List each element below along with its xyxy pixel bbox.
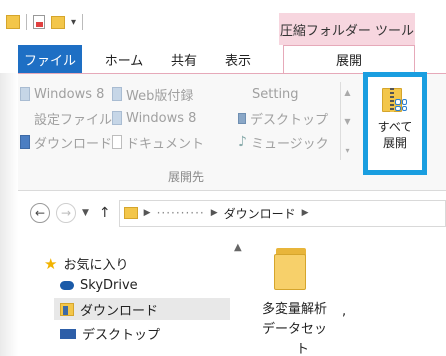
extract-to-item-label: ダウンロード (33, 136, 112, 152)
properties-icon[interactable] (33, 15, 45, 29)
extract-to-group: Windows 8 Web版付録 Setting 設定ファイル Windows … (18, 80, 358, 160)
folder-name[interactable]: 多変量解析 データセッ ト (262, 300, 352, 356)
forward-arrow-icon: → (60, 206, 72, 220)
scroll-down-icon[interactable]: ▼ (344, 117, 350, 126)
extract-to-item[interactable]: Setting (238, 82, 328, 106)
extract-all-label-line: すべて (377, 120, 413, 134)
tab-home[interactable]: ホーム (96, 45, 152, 73)
address-bar[interactable]: ▶ ·········· ▶ ダウンロード ▶ (118, 199, 446, 227)
documents-icon (112, 135, 122, 149)
tab-file[interactable]: ファイル (18, 45, 82, 73)
folder-icon[interactable] (6, 15, 20, 29)
extract-all-label-line: 展開 (382, 136, 407, 150)
back-button[interactable]: ← (30, 203, 50, 223)
trailing-mark: , (342, 304, 347, 319)
breadcrumb-hidden-segment[interactable]: ·········· (157, 206, 205, 220)
nav-item-label: SkyDrive (80, 278, 138, 293)
title-bar: ▾ 圧縮フォルダー ツール (0, 0, 446, 45)
cloud-icon (60, 281, 74, 290)
desktop-icon (238, 112, 246, 124)
extract-all-button[interactable]: すべて 展開 (363, 72, 427, 175)
nav-item-label: ダウンロード (80, 303, 159, 319)
breadcrumb-current[interactable]: ダウンロード (224, 205, 296, 222)
music-icon: ♪ (238, 134, 247, 150)
extract-to-item[interactable]: デスクトップ (238, 106, 328, 130)
extract-to-gallery: Windows 8 Web版付録 Setting 設定ファイル Windows … (20, 82, 329, 154)
extract-to-item-label: 設定ファイル (34, 112, 113, 128)
tab-view[interactable]: 表示 (216, 45, 260, 73)
back-arrow-icon: ← (34, 206, 46, 220)
breadcrumb-separator-icon[interactable]: ▶ (211, 208, 218, 218)
extract-to-item-label: デスクトップ (249, 112, 328, 128)
folder-name-line: ト (296, 342, 310, 356)
tab-extract[interactable]: 展開 (283, 45, 415, 73)
nav-item-desktop[interactable]: デスクトップ (60, 324, 160, 343)
extract-to-item-label: ミュージック (250, 136, 329, 152)
quick-access-toolbar: ▾ (6, 14, 84, 30)
extract-to-item-label: Windows 8 (126, 110, 197, 126)
folder-icon (112, 87, 122, 101)
download-folder-icon (60, 302, 74, 316)
extract-to-item[interactable]: Web版付録 (112, 82, 238, 106)
new-folder-icon[interactable] (51, 15, 65, 29)
breadcrumb-separator-icon[interactable]: ▶ (302, 208, 309, 218)
expand-gallery-icon[interactable]: ▾ (345, 146, 349, 155)
folder-name-line: 多変量解析 (262, 302, 328, 317)
extract-to-item[interactable]: ドキュメント (112, 130, 238, 154)
file-list: 多変量解析 データセッ ト , (252, 236, 446, 356)
nav-item-label: デスクトップ (82, 328, 161, 343)
ribbon-tabs: ファイル ホーム 共有 表示 展開 (0, 45, 446, 73)
extract-to-item-label: Setting (252, 86, 299, 102)
nav-item-skydrive[interactable]: SkyDrive (60, 278, 138, 293)
navigation-bar: ← → ▼ ↑ ▶ ·········· ▶ ダウンロード ▶ (30, 197, 446, 229)
extract-to-item[interactable]: Windows 8 (20, 82, 112, 106)
extract-to-item[interactable]: ♪ ミュージック (238, 130, 329, 154)
up-arrow-icon[interactable]: ↑ (99, 205, 111, 221)
compressed-folder-icon (382, 85, 408, 113)
extract-to-item-label: ドキュメント (126, 136, 205, 152)
extract-to-item[interactable]: 設定ファイル (20, 106, 112, 130)
nav-item-label: お気に入り (63, 258, 129, 273)
extract-all-label: すべて 展開 (378, 119, 413, 151)
toolbar-separator (26, 14, 27, 30)
folder-icon[interactable] (274, 248, 308, 290)
scroll-up-icon[interactable]: ▲ (234, 242, 242, 253)
extract-to-item-label: Web版付録 (126, 88, 194, 104)
tab-share[interactable]: 共有 (162, 45, 206, 73)
folder-icon (20, 87, 30, 101)
customize-toolbar-icon[interactable]: ▾ (71, 17, 76, 28)
gallery-scrollbar[interactable]: ▲ ▼ ▾ (340, 82, 354, 160)
folder-name-line: データセッ (262, 322, 328, 337)
nav-item-favorites[interactable]: ★ お気に入り (44, 254, 129, 274)
toolbar-separator (82, 14, 84, 30)
folder-icon (123, 207, 138, 219)
desktop-icon (60, 328, 76, 339)
nav-item-downloads[interactable]: ダウンロード (54, 298, 230, 320)
extract-to-item-label: Windows 8 (34, 86, 105, 102)
navigation-pane: ▲ ★ お気に入り SkyDrive ダウンロード デスクトップ (30, 236, 252, 356)
ribbon-panel: Windows 8 Web版付録 Setting 設定ファイル Windows … (18, 72, 446, 191)
scroll-up-icon[interactable]: ▲ (344, 88, 350, 97)
contextual-tab-group-label: 圧縮フォルダー ツール (279, 13, 415, 45)
extract-to-item[interactable]: ダウンロード (20, 130, 112, 154)
download-folder-icon (20, 135, 30, 149)
folder-icon (112, 111, 122, 125)
extract-to-item[interactable]: Windows 8 (112, 106, 238, 130)
recent-locations-icon[interactable]: ▼ (82, 208, 89, 218)
forward-button[interactable]: → (56, 203, 76, 223)
breadcrumb-separator-icon[interactable]: ▶ (144, 208, 151, 218)
ribbon-group-label: 展開先 (168, 170, 205, 184)
star-icon: ★ (44, 254, 58, 273)
